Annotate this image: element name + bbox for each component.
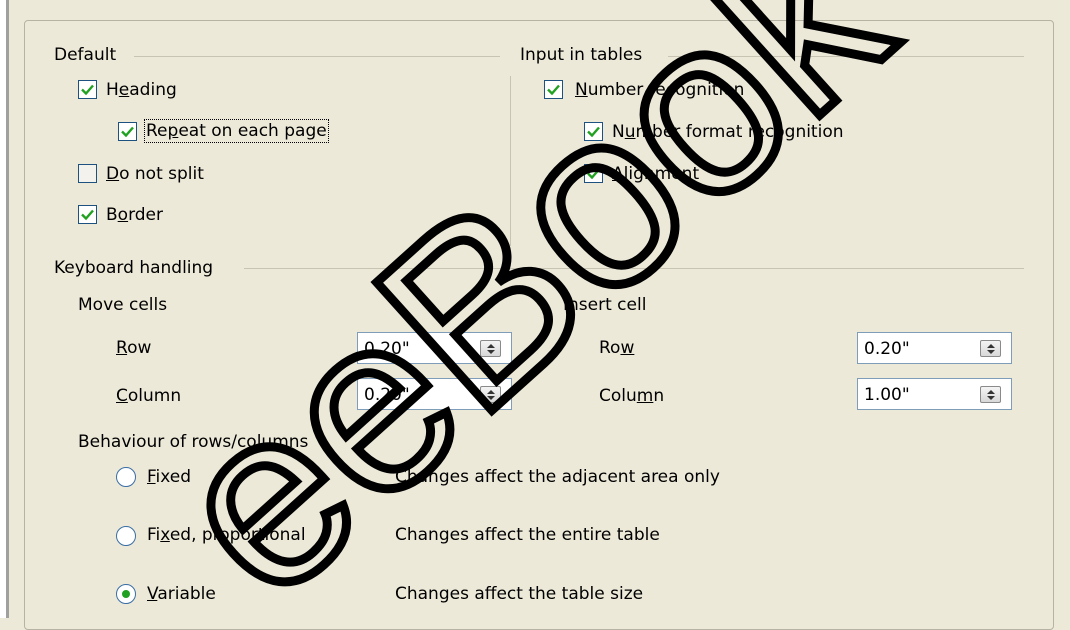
variable-description: Changes affect the table size	[395, 584, 644, 604]
insert-column-spinfield[interactable]: 1.00"	[857, 378, 1012, 410]
default-separator	[134, 56, 500, 57]
spin-arrows-icon	[487, 344, 495, 354]
check-icon	[587, 126, 600, 138]
do-not-split-label[interactable]: Do not split	[106, 164, 204, 184]
check-icon	[121, 126, 134, 138]
heading-label[interactable]: Heading	[106, 80, 177, 100]
insert-column-value: 1.00"	[864, 385, 910, 405]
number-format-checkbox[interactable]	[584, 122, 603, 141]
border-checkbox[interactable]	[78, 205, 97, 224]
behaviour-label: Behaviour of rows/columns	[78, 432, 309, 452]
repeat-heading-label[interactable]: Repeat on each page	[144, 119, 329, 143]
check-icon	[81, 84, 94, 96]
check-icon	[81, 209, 94, 221]
move-row-label: Row	[116, 338, 152, 358]
variable-radio[interactable]	[116, 584, 136, 604]
insert-row-value: 0.20"	[864, 339, 910, 359]
keyboard-handling-title: Keyboard handling	[54, 258, 214, 278]
fixed-radio[interactable]	[116, 467, 136, 487]
move-row-spinfield[interactable]: 0.20"	[357, 332, 512, 364]
column-divider	[510, 76, 511, 246]
move-column-spin-buttons[interactable]	[480, 386, 501, 403]
check-icon	[587, 168, 600, 180]
heading-checkbox[interactable]	[78, 80, 97, 99]
variable-label[interactable]: Variable	[147, 584, 216, 604]
move-cells-label: Move cells	[78, 295, 168, 315]
spin-arrows-icon	[987, 344, 995, 354]
move-column-value: 0.20"	[364, 385, 410, 405]
move-row-value: 0.20"	[364, 339, 410, 359]
spin-arrows-icon	[987, 390, 995, 400]
fixed-proportional-description: Changes affect the entire table	[395, 525, 660, 545]
fixed-description: Changes affect the adjacent area only	[395, 467, 720, 487]
spin-arrows-icon	[487, 390, 495, 400]
fixed-proportional-radio[interactable]	[116, 526, 136, 546]
alignment-label[interactable]: Alignment	[612, 164, 699, 184]
input-tables-separator	[668, 56, 1024, 57]
move-column-label: Column	[116, 386, 182, 406]
default-section-title: Default	[54, 45, 117, 65]
move-column-spinfield[interactable]: 0.20"	[357, 378, 512, 410]
number-format-label[interactable]: Number format recognition	[612, 122, 844, 142]
number-recognition-label[interactable]: Number recognition	[575, 80, 744, 100]
insert-row-spin-buttons[interactable]	[980, 340, 1001, 357]
keyboard-separator	[244, 268, 1024, 269]
insert-cell-label: Insert cell	[563, 295, 647, 315]
left-window-shadow	[6, 0, 9, 618]
insert-column-spin-buttons[interactable]	[980, 386, 1001, 403]
do-not-split-checkbox[interactable]	[78, 164, 97, 183]
fixed-label[interactable]: Fixed	[147, 467, 191, 487]
alignment-checkbox[interactable]	[584, 164, 603, 183]
number-recognition-checkbox[interactable]	[544, 80, 563, 99]
insert-row-label: Row	[599, 338, 635, 358]
check-icon	[547, 84, 560, 96]
fixed-proportional-label[interactable]: Fixed, proportional	[147, 525, 306, 545]
move-row-spin-buttons[interactable]	[480, 340, 501, 357]
repeat-heading-checkbox[interactable]	[118, 122, 137, 141]
radio-dot	[122, 590, 130, 598]
border-label[interactable]: Border	[106, 205, 163, 225]
insert-column-label: Column	[599, 386, 665, 406]
insert-row-spinfield[interactable]: 0.20"	[857, 332, 1012, 364]
input-tables-title: Input in tables	[520, 45, 643, 65]
